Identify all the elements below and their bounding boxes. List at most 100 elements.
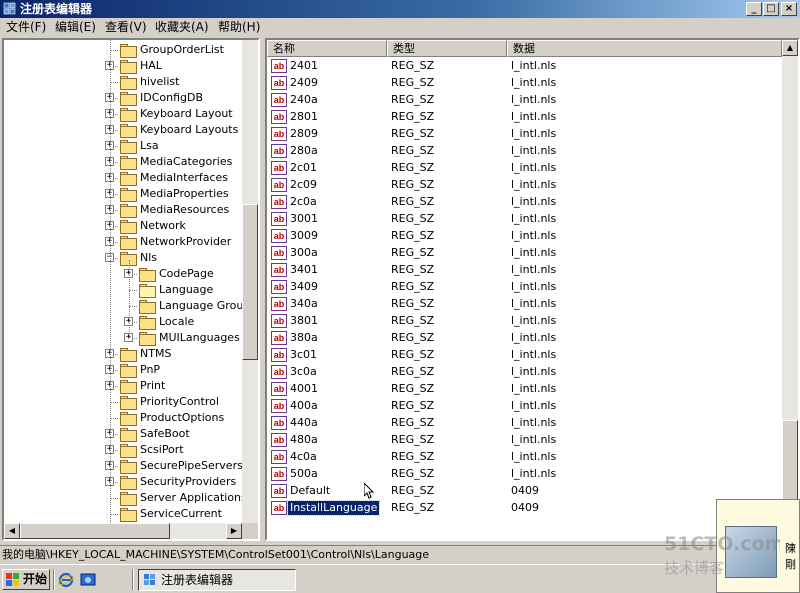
- tree-node[interactable]: + MediaInterfaces: [4, 170, 242, 186]
- tree-node[interactable]: + SafeBoot: [4, 426, 242, 442]
- tree-node[interactable]: + NTMS: [4, 346, 242, 362]
- folder-icon: [120, 204, 137, 218]
- tree-node-label: MediaCategories: [140, 155, 233, 168]
- scroll-up-button[interactable]: ▲: [782, 40, 798, 56]
- show-desktop-icon[interactable]: [80, 572, 96, 588]
- tree-scroll-thumb[interactable]: [242, 204, 258, 360]
- value-row[interactable]: ab 3c01 REG_SZ l_intl.nls: [267, 347, 782, 364]
- title-bar[interactable]: 注册表编辑器 _ □ ×: [0, 0, 800, 18]
- tree-node[interactable]: ProductOptions: [4, 410, 242, 426]
- key-tree-pane[interactable]: GroupOrderList + HAL hivelist + IDConfigDB + Ke…: [2, 38, 260, 541]
- value-row[interactable]: ab 4001 REG_SZ l_intl.nls: [267, 381, 782, 398]
- value-name: 2801: [290, 110, 318, 123]
- value-row[interactable]: ab 2409 REG_SZ l_intl.nls: [267, 75, 782, 92]
- tree-node[interactable]: + IDConfigDB: [4, 90, 242, 106]
- menu-file[interactable]: 文件(F): [6, 20, 46, 35]
- value-data: l_intl.nls: [511, 314, 557, 327]
- value-row[interactable]: ab 480a REG_SZ l_intl.nls: [267, 432, 782, 449]
- tree-node[interactable]: + MediaCategories: [4, 154, 242, 170]
- value-type: REG_SZ: [391, 297, 435, 310]
- value-row[interactable]: ab 240a REG_SZ l_intl.nls: [267, 92, 782, 109]
- value-row[interactable]: ab 300a REG_SZ l_intl.nls: [267, 245, 782, 262]
- tree-hscroll-thumb[interactable]: [20, 523, 170, 539]
- tree-node[interactable]: hivelist: [4, 74, 242, 90]
- value-row[interactable]: ab 500a REG_SZ l_intl.nls: [267, 466, 782, 483]
- folder-icon: [120, 172, 137, 186]
- value-row[interactable]: ab Default REG_SZ 0409: [267, 483, 782, 500]
- value-row[interactable]: ab 3001 REG_SZ l_intl.nls: [267, 211, 782, 228]
- tree-node[interactable]: + HAL: [4, 58, 242, 74]
- scroll-left-button[interactable]: ◀: [4, 523, 20, 539]
- tree-horizontal-scrollbar[interactable]: ◀ ▶: [4, 523, 242, 539]
- tree-node[interactable]: + Keyboard Layouts: [4, 122, 242, 138]
- tree-node[interactable]: ServiceCurrent: [4, 506, 242, 522]
- tree-node[interactable]: + Keyboard Layout: [4, 106, 242, 122]
- contact-avatar: [725, 526, 777, 578]
- tree-node[interactable]: + Locale: [4, 314, 242, 330]
- minimize-button[interactable]: _: [746, 2, 762, 16]
- values-list-pane[interactable]: 名称 类型 数据 ab 2401 REG_SZ l_intl.nls ab 2409 REG…: [265, 38, 800, 541]
- tree-node[interactable]: + ScsiPort: [4, 442, 242, 458]
- tree-node[interactable]: + SecurityProviders: [4, 474, 242, 490]
- internet-explorer-icon[interactable]: [58, 572, 74, 588]
- taskbar-regedit-label: 注册表编辑器: [161, 573, 234, 587]
- maximize-button[interactable]: □: [763, 2, 779, 16]
- tree-vertical-scrollbar[interactable]: [242, 40, 258, 523]
- value-row[interactable]: ab 3401 REG_SZ l_intl.nls: [267, 262, 782, 279]
- value-row[interactable]: ab 2801 REG_SZ l_intl.nls: [267, 109, 782, 126]
- menu-help[interactable]: 帮助(H): [218, 20, 260, 35]
- value-name: 480a: [290, 433, 318, 446]
- column-header-type[interactable]: 类型: [387, 40, 507, 57]
- value-row[interactable]: ab 380a REG_SZ l_intl.nls: [267, 330, 782, 347]
- value-row[interactable]: ab 2c0a REG_SZ l_intl.nls: [267, 194, 782, 211]
- string-value-icon: ab: [271, 348, 287, 362]
- tree-node[interactable]: + MUILanguages: [4, 330, 242, 346]
- value-row[interactable]: ab 3009 REG_SZ l_intl.nls: [267, 228, 782, 245]
- tree-node[interactable]: + Network: [4, 218, 242, 234]
- value-row[interactable]: ab InstallLanguage REG_SZ 0409: [267, 500, 782, 517]
- value-row[interactable]: ab 3409 REG_SZ l_intl.nls: [267, 279, 782, 296]
- tree-node[interactable]: + PnP: [4, 362, 242, 378]
- value-row[interactable]: ab 2401 REG_SZ l_intl.nls: [267, 58, 782, 75]
- tree-node[interactable]: GroupOrderList: [4, 42, 242, 58]
- close-button[interactable]: ×: [781, 2, 797, 16]
- tree-node[interactable]: Language: [4, 282, 242, 298]
- notification-popup[interactable]: 陳 剛: [716, 499, 800, 593]
- tree-node[interactable]: Language Groups: [4, 298, 256, 314]
- tree-node[interactable]: + MediaProperties: [4, 186, 242, 202]
- tree-node[interactable]: Server Applications: [4, 490, 247, 506]
- value-row[interactable]: ab 280a REG_SZ l_intl.nls: [267, 143, 782, 160]
- tree-node[interactable]: + NetworkProvider: [4, 234, 242, 250]
- tree-node[interactable]: + Print: [4, 378, 242, 394]
- value-row[interactable]: ab 3801 REG_SZ l_intl.nls: [267, 313, 782, 330]
- tree-node[interactable]: + Lsa: [4, 138, 242, 154]
- tree-node[interactable]: PriorityControl: [4, 394, 242, 410]
- value-row[interactable]: ab 2c09 REG_SZ l_intl.nls: [267, 177, 782, 194]
- value-name: 2809: [290, 127, 318, 140]
- string-value-icon: ab: [271, 76, 287, 90]
- value-row[interactable]: ab 2c01 REG_SZ l_intl.nls: [267, 160, 782, 177]
- values-vertical-scrollbar[interactable]: ▲: [782, 40, 798, 539]
- start-button[interactable]: 开始: [2, 569, 50, 590]
- tree-node[interactable]: + MediaResources: [4, 202, 242, 218]
- column-header-data[interactable]: 数据: [507, 40, 782, 57]
- menu-favorites[interactable]: 收藏夹(A): [155, 20, 209, 35]
- value-row[interactable]: ab 340a REG_SZ l_intl.nls: [267, 296, 782, 313]
- value-data: l_intl.nls: [511, 195, 557, 208]
- scroll-right-button[interactable]: ▶: [226, 523, 242, 539]
- tree-node[interactable]: + SecurePipeServers: [4, 458, 243, 474]
- menu-view[interactable]: 查看(V): [105, 20, 147, 35]
- value-row[interactable]: ab 440a REG_SZ l_intl.nls: [267, 415, 782, 432]
- value-row[interactable]: ab 2809 REG_SZ l_intl.nls: [267, 126, 782, 143]
- string-value-icon: ab: [271, 144, 287, 158]
- value-row[interactable]: ab 4c0a REG_SZ l_intl.nls: [267, 449, 782, 466]
- tree-node[interactable]: − Nls: [4, 250, 242, 266]
- menu-edit[interactable]: 编辑(E): [55, 20, 96, 35]
- value-row[interactable]: ab 3c0a REG_SZ l_intl.nls: [267, 364, 782, 381]
- value-row[interactable]: ab 400a REG_SZ l_intl.nls: [267, 398, 782, 415]
- tree-node[interactable]: + CodePage: [4, 266, 242, 282]
- folder-icon: [120, 492, 137, 506]
- column-header-name[interactable]: 名称: [267, 40, 387, 57]
- string-value-icon: ab: [271, 467, 287, 481]
- taskbar-regedit-button[interactable]: 注册表编辑器: [138, 569, 296, 591]
